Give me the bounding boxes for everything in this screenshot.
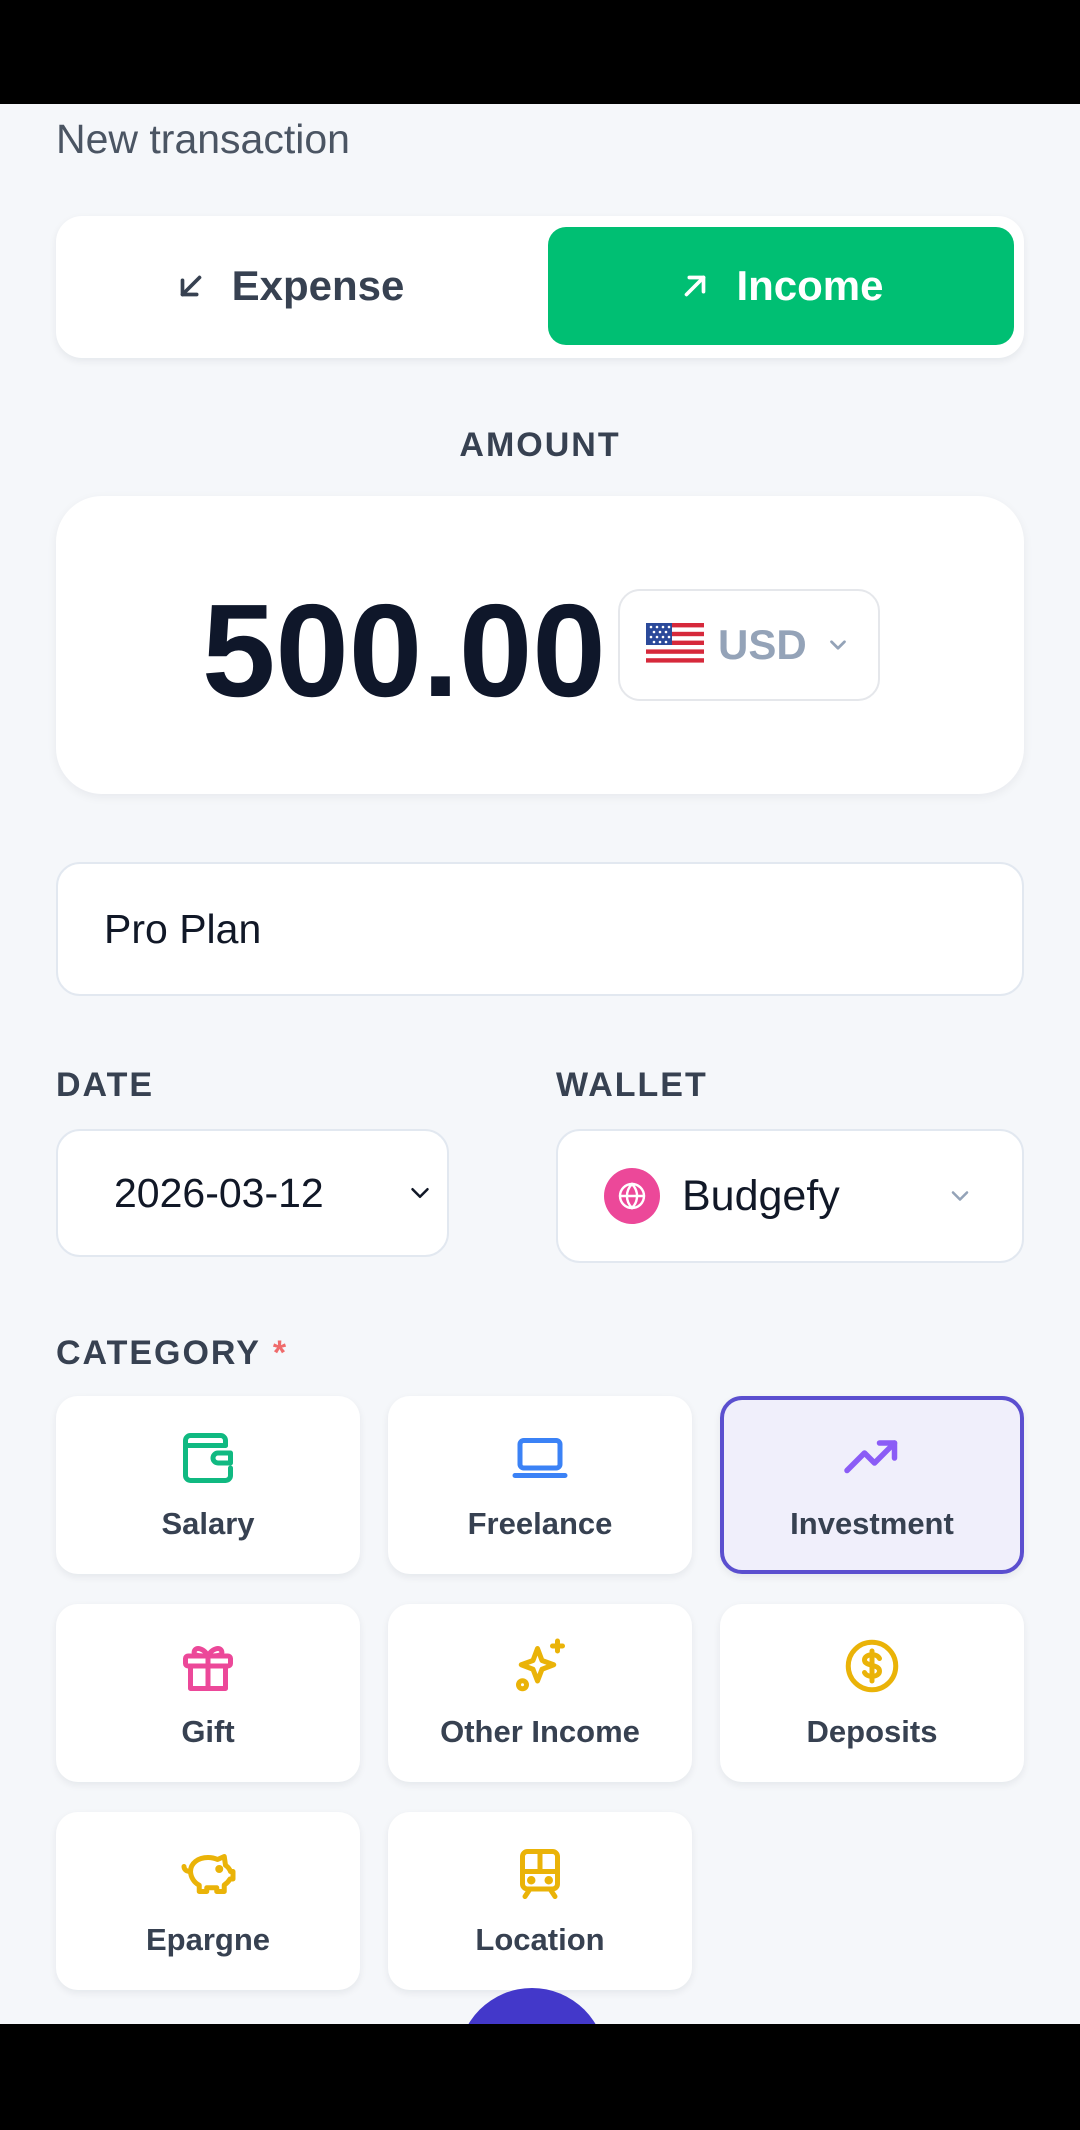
category-salary[interactable]: Salary bbox=[56, 1396, 360, 1574]
category-gift[interactable]: Gift bbox=[56, 1604, 360, 1782]
category-label-text: CATEGORY bbox=[56, 1334, 261, 1372]
income-button[interactable]: Income bbox=[548, 227, 1014, 345]
category-location[interactable]: Location bbox=[388, 1812, 692, 1990]
trending-up-icon bbox=[844, 1440, 898, 1474]
sparkles-icon bbox=[516, 1638, 565, 1692]
category-label-other-income: Other Income bbox=[440, 1714, 640, 1749]
category-label: CATEGORY * bbox=[56, 1334, 288, 1373]
category-investment[interactable]: Investment bbox=[720, 1396, 1024, 1574]
arrow-down-left-icon bbox=[180, 275, 201, 297]
category-label-epargne: Epargne bbox=[145, 1922, 271, 1957]
category-label-investment: Investment bbox=[790, 1506, 954, 1541]
train-icon bbox=[520, 1849, 560, 1899]
amount-input[interactable]: 500.00 bbox=[202, 576, 606, 726]
category-deposits[interactable]: Deposits bbox=[720, 1604, 1024, 1782]
category-freelance[interactable]: Freelance bbox=[388, 1396, 692, 1574]
category-label-freelance: Freelance bbox=[467, 1506, 613, 1541]
wallet-icon bbox=[183, 1433, 233, 1483]
date-label: DATE bbox=[56, 1066, 155, 1104]
chevron-down-icon bbox=[829, 640, 846, 650]
wallet-selector[interactable]: Budgefy bbox=[556, 1129, 1024, 1263]
category-label-salary: Salary bbox=[161, 1506, 255, 1541]
category-label-gift: Gift bbox=[181, 1714, 235, 1749]
category-label-location: Location bbox=[475, 1922, 605, 1957]
status-bar bbox=[0, 0, 1080, 104]
date-value: 2026-03-12 bbox=[114, 1169, 324, 1216]
page-title: New transaction bbox=[56, 116, 350, 162]
transaction-type-toggle: Expense Income bbox=[56, 216, 1024, 358]
currency-code: USD bbox=[718, 621, 807, 668]
category-label-deposits: Deposits bbox=[806, 1714, 938, 1749]
save-fab-button[interactable] bbox=[458, 1988, 606, 2024]
date-picker[interactable]: 2026-03-12 bbox=[56, 1129, 449, 1257]
required-mark: * bbox=[272, 1334, 289, 1372]
amount-card: 500.00 USD bbox=[56, 496, 1024, 794]
navigation-bar bbox=[0, 2024, 1080, 2130]
expense-label: Expense bbox=[231, 262, 405, 309]
chevron-down-icon bbox=[411, 1188, 429, 1198]
piggy-bank-icon bbox=[181, 1854, 236, 1894]
arrow-up-right-icon bbox=[685, 275, 706, 297]
wallet-avatar bbox=[604, 1168, 660, 1224]
wallet-label: WALLET bbox=[556, 1066, 708, 1104]
income-label: Income bbox=[736, 262, 884, 309]
gift-icon bbox=[183, 1646, 233, 1691]
category-epargne[interactable]: Epargne bbox=[56, 1812, 360, 1990]
us-flag-icon bbox=[646, 623, 704, 667]
wallet-value: Budgefy bbox=[682, 1171, 840, 1220]
dollar-circle-icon bbox=[845, 1639, 899, 1693]
laptop-icon bbox=[512, 1438, 568, 1478]
expense-button[interactable]: Expense bbox=[56, 227, 522, 345]
currency-selector[interactable]: USD bbox=[618, 589, 880, 701]
new-transaction-screen: New transaction Expense Income AMOUNT 50… bbox=[0, 104, 1080, 2024]
category-other-income[interactable]: Other Income bbox=[388, 1604, 692, 1782]
globe-icon bbox=[618, 1182, 646, 1210]
amount-label: AMOUNT bbox=[459, 426, 621, 464]
description-input[interactable]: Pro Plan bbox=[56, 862, 1024, 996]
chevron-down-icon bbox=[951, 1191, 969, 1201]
